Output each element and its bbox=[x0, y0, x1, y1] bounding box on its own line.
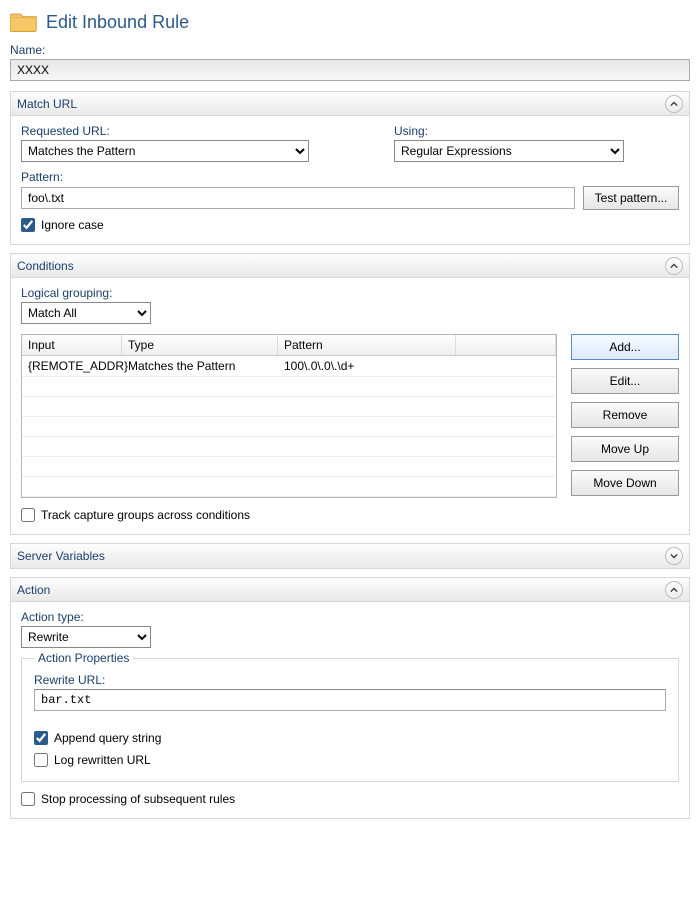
action-type-select[interactable]: Rewrite bbox=[21, 626, 151, 648]
name-label: Name: bbox=[10, 43, 690, 57]
pattern-label: Pattern: bbox=[21, 170, 679, 184]
append-query-label: Append query string bbox=[54, 731, 161, 745]
table-row[interactable] bbox=[22, 477, 556, 497]
col-empty bbox=[456, 335, 556, 355]
requested-url-select[interactable]: Matches the Pattern bbox=[21, 140, 309, 162]
track-capture-label: Track capture groups across conditions bbox=[41, 508, 250, 522]
pattern-input[interactable] bbox=[21, 187, 575, 209]
cell-input: {REMOTE_ADDR} bbox=[22, 356, 122, 376]
log-rewritten-checkbox[interactable] bbox=[34, 753, 48, 767]
table-row[interactable]: {REMOTE_ADDR} Matches the Pattern 100\.0… bbox=[22, 356, 556, 377]
log-rewritten-label: Log rewritten URL bbox=[54, 753, 151, 767]
col-type[interactable]: Type bbox=[122, 335, 278, 355]
ignore-case-label: Ignore case bbox=[41, 218, 104, 232]
cell-type: Matches the Pattern bbox=[122, 356, 278, 376]
conditions-grid[interactable]: Input Type Pattern {REMOTE_ADDR} Matches… bbox=[21, 334, 557, 498]
conditions-panel: Conditions Logical grouping: Match All I… bbox=[10, 253, 690, 535]
action-title: Action bbox=[17, 583, 50, 597]
stop-processing-checkbox[interactable] bbox=[21, 792, 35, 806]
table-row[interactable] bbox=[22, 417, 556, 437]
requested-url-label: Requested URL: bbox=[21, 124, 309, 138]
logical-grouping-label: Logical grouping: bbox=[21, 286, 679, 300]
folder-icon bbox=[10, 8, 38, 37]
edit-button[interactable]: Edit... bbox=[571, 368, 679, 394]
test-pattern-button[interactable]: Test pattern... bbox=[583, 186, 679, 210]
add-button[interactable]: Add... bbox=[571, 334, 679, 360]
move-down-button[interactable]: Move Down bbox=[571, 470, 679, 496]
page-title: Edit Inbound Rule bbox=[46, 12, 189, 33]
table-row[interactable] bbox=[22, 457, 556, 477]
table-row[interactable] bbox=[22, 377, 556, 397]
table-row[interactable] bbox=[22, 437, 556, 457]
track-capture-checkbox[interactable] bbox=[21, 508, 35, 522]
using-label: Using: bbox=[394, 124, 679, 138]
action-properties-legend: Action Properties bbox=[34, 651, 133, 665]
move-up-button[interactable]: Move Up bbox=[571, 436, 679, 462]
collapse-conditions-icon[interactable] bbox=[665, 257, 683, 275]
action-type-label: Action type: bbox=[21, 610, 679, 624]
rewrite-url-label: Rewrite URL: bbox=[34, 673, 666, 687]
server-variables-title: Server Variables bbox=[17, 549, 105, 563]
conditions-title: Conditions bbox=[17, 259, 74, 273]
match-url-title: Match URL bbox=[17, 97, 77, 111]
using-select[interactable]: Regular Expressions bbox=[394, 140, 624, 162]
rewrite-url-input[interactable] bbox=[34, 689, 666, 711]
cell-pattern: 100\.0\.0\.\d+ bbox=[278, 356, 456, 376]
stop-processing-label: Stop processing of subsequent rules bbox=[41, 792, 235, 806]
collapse-match-url-icon[interactable] bbox=[665, 95, 683, 113]
match-url-panel: Match URL Requested URL: Matches the Pat… bbox=[10, 91, 690, 245]
server-variables-panel: Server Variables bbox=[10, 543, 690, 569]
col-pattern[interactable]: Pattern bbox=[278, 335, 456, 355]
action-panel: Action Action type: Rewrite Action Prope… bbox=[10, 577, 690, 819]
append-query-checkbox[interactable] bbox=[34, 731, 48, 745]
table-row[interactable] bbox=[22, 397, 556, 417]
expand-server-variables-icon[interactable] bbox=[665, 547, 683, 565]
col-input[interactable]: Input bbox=[22, 335, 122, 355]
remove-button[interactable]: Remove bbox=[571, 402, 679, 428]
logical-grouping-select[interactable]: Match All bbox=[21, 302, 151, 324]
collapse-action-icon[interactable] bbox=[665, 581, 683, 599]
name-input[interactable] bbox=[10, 59, 690, 81]
ignore-case-checkbox[interactable] bbox=[21, 218, 35, 232]
